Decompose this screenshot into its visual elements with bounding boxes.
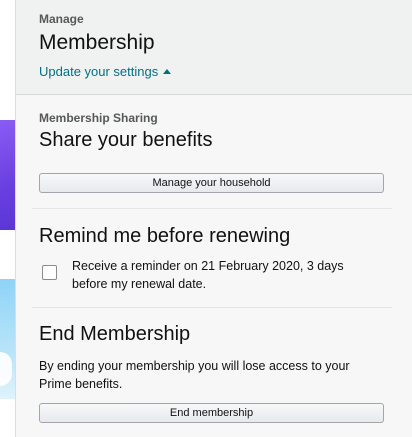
- header-kicker: Manage: [39, 12, 84, 26]
- end-membership-title: End Membership: [39, 323, 191, 345]
- renewal-reminder-checkbox[interactable]: [42, 265, 57, 280]
- caret-up-icon: [163, 69, 172, 74]
- background-page-edge: [0, 0, 16, 437]
- manage-membership-header: Manage Membership Update your settings: [16, 0, 412, 95]
- reminder-title: Remind me before renewing: [39, 225, 291, 247]
- sharing-kicker: Membership Sharing: [39, 111, 158, 125]
- sharing-title: Share your benefits: [39, 129, 213, 151]
- reminder-section: Remind me before renewing: [39, 225, 388, 248]
- divider: [32, 307, 392, 308]
- header-title: Membership: [39, 31, 155, 54]
- end-membership-button[interactable]: End membership: [39, 403, 384, 423]
- membership-sharing-section: Membership Sharing Share your benefits: [39, 111, 388, 152]
- renewal-reminder-label[interactable]: Receive a reminder on 21 February 2020, …: [72, 257, 372, 293]
- divider: [32, 208, 392, 209]
- background-promo-image: [0, 120, 15, 230]
- end-membership-section: End Membership: [39, 323, 388, 346]
- end-membership-description: By ending your membership you will lose …: [39, 359, 350, 391]
- update-settings-link[interactable]: Update your settings: [39, 64, 172, 79]
- manage-household-button[interactable]: Manage your household: [39, 173, 384, 193]
- membership-settings-panel: Membership Sharing Share your benefits M…: [16, 95, 412, 437]
- update-settings-label[interactable]: Update your settings: [39, 64, 158, 79]
